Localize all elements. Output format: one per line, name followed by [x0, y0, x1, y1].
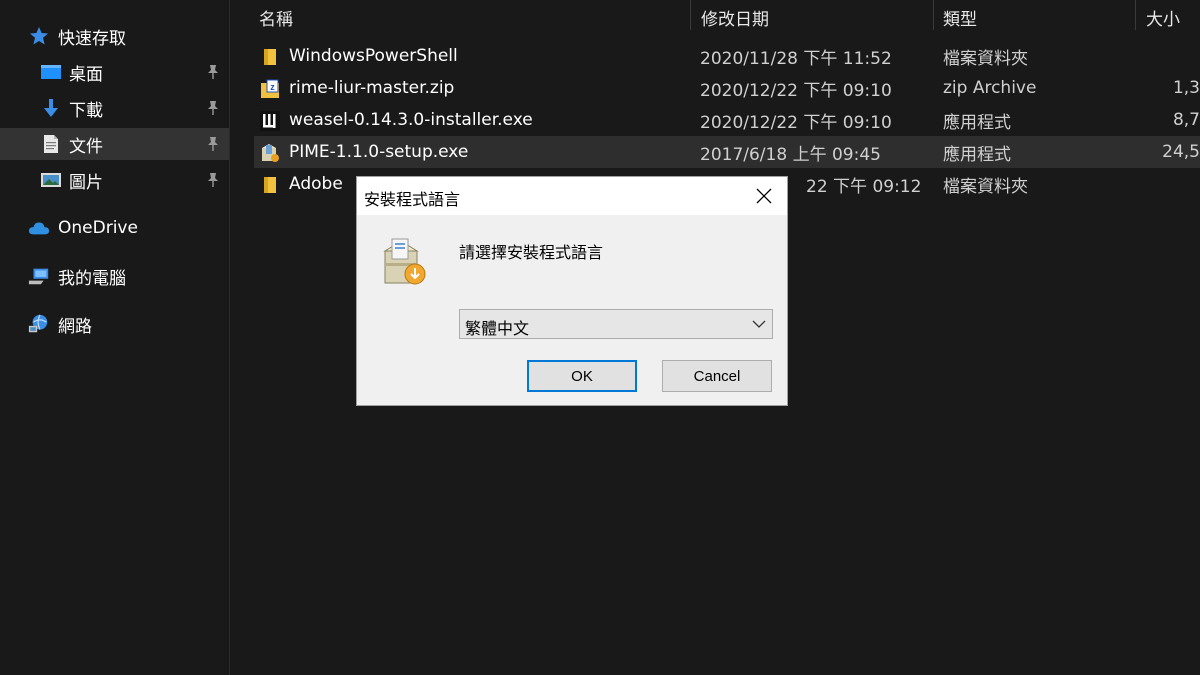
file-name: Adobe — [289, 174, 343, 194]
column-divider[interactable] — [690, 0, 691, 30]
table-row[interactable]: weasel-0.14.3.0-installer.exe 2020/12/22… — [254, 104, 1200, 136]
pin-icon[interactable] — [206, 99, 220, 117]
nav-this-pc[interactable]: 我的電腦 — [0, 260, 229, 292]
nav-item-documents[interactable]: 文件 — [0, 128, 229, 160]
download-icon — [40, 97, 62, 119]
column-header-date[interactable]: 修改日期 — [701, 0, 769, 34]
weasel-app-icon — [260, 111, 280, 131]
network-icon — [28, 313, 50, 335]
nav-item-pictures[interactable]: 圖片 — [0, 164, 229, 196]
file-type: 應用程式 — [943, 144, 1011, 165]
svg-text:z: z — [270, 82, 275, 92]
nav-item-desktop[interactable]: 桌面 — [0, 56, 229, 88]
installer-icon — [262, 144, 279, 162]
column-header-name[interactable]: 名稱 — [259, 0, 293, 34]
file-name: rime-liur-master.zip — [289, 78, 455, 98]
nav-network[interactable]: 網路 — [0, 308, 229, 340]
file-type: zip Archive — [943, 78, 1037, 98]
nav-item-label: 圖片 — [69, 172, 103, 193]
installer-language-dialog: 安裝程式語言 請選擇安裝程式語言 繁體中文 OK Cancel — [356, 176, 788, 406]
documents-icon — [40, 133, 62, 155]
chevron-down-icon — [752, 320, 766, 328]
file-type: 應用程式 — [943, 112, 1011, 133]
file-type: 檔案資料夾 — [943, 48, 1028, 69]
file-size — [1171, 40, 1200, 72]
file-date: 2020/12/22 下午 09:10 — [700, 80, 892, 101]
ok-button[interactable]: OK — [527, 360, 637, 392]
nav-onedrive-label: OneDrive — [58, 218, 138, 238]
column-header-type-label: 類型 — [943, 9, 977, 30]
nav-item-label: 文件 — [69, 136, 103, 157]
file-size: 8,7 — [1172, 110, 1200, 130]
nav-network-label: 網路 — [58, 316, 92, 337]
table-row[interactable]: WindowsPowerShell 2020/11/28 下午 11:52 檔案… — [254, 40, 1200, 72]
zip-archive-icon: z — [261, 79, 279, 98]
pin-icon[interactable] — [206, 63, 220, 81]
folder-icon — [264, 49, 276, 65]
navigation-pane: 快速存取 桌面 下載 文件 圖片 OneDrive 我的電腦 網路 — [0, 0, 229, 675]
column-divider[interactable] — [1135, 0, 1136, 30]
cancel-button-label: Cancel — [693, 367, 741, 385]
computer-icon — [28, 265, 50, 287]
file-name: PIME-1.1.0-setup.exe — [289, 142, 469, 162]
nav-quick-access[interactable]: 快速存取 — [0, 20, 229, 52]
dialog-title: 安裝程式語言 — [364, 190, 461, 209]
desktop-icon — [40, 61, 62, 83]
file-name: WindowsPowerShell — [289, 46, 458, 66]
table-row[interactable]: PIME-1.1.0-setup.exe 2017/6/18 上午 09:45 … — [254, 136, 1200, 168]
dialog-prompt: 請選擇安裝程式語言 — [459, 243, 604, 262]
nav-item-downloads[interactable]: 下載 — [0, 92, 229, 124]
column-divider[interactable] — [933, 0, 934, 30]
column-header-date-label: 修改日期 — [701, 9, 769, 30]
file-date: 2017/6/18 上午 09:45 — [700, 144, 881, 165]
column-header-size[interactable]: 大小 — [1146, 0, 1180, 34]
pin-icon[interactable] — [206, 135, 220, 153]
file-date: 2020/12/22 下午 09:10 — [700, 112, 892, 133]
star-icon — [28, 25, 50, 47]
pane-divider[interactable] — [229, 0, 230, 675]
dialog-titlebar[interactable]: 安裝程式語言 — [357, 177, 787, 215]
nav-this-pc-label: 我的電腦 — [58, 268, 126, 289]
file-date: 22 下午 09:12 — [806, 176, 922, 197]
ok-button-label: OK — [571, 367, 593, 385]
file-size: 24,5 — [1162, 142, 1200, 162]
nav-item-label: 下載 — [69, 100, 103, 121]
folder-icon — [264, 177, 276, 193]
close-icon — [756, 188, 772, 204]
file-size: 1,3 — [1172, 78, 1200, 98]
table-row[interactable]: z rime-liur-master.zip 2020/12/22 下午 09:… — [254, 72, 1200, 104]
column-header-name-label: 名稱 — [259, 9, 293, 30]
cloud-icon — [28, 217, 50, 239]
close-button[interactable] — [741, 177, 787, 215]
nav-item-label: 桌面 — [69, 64, 103, 85]
pin-icon[interactable] — [206, 171, 220, 189]
file-name: weasel-0.14.3.0-installer.exe — [289, 110, 533, 130]
cancel-button[interactable]: Cancel — [662, 360, 772, 392]
nav-onedrive[interactable]: OneDrive — [0, 212, 229, 244]
file-date: 2020/11/28 下午 11:52 — [700, 48, 892, 69]
file-size — [1171, 168, 1200, 200]
nav-quick-access-label: 快速存取 — [58, 28, 126, 49]
column-header-size-label: 大小 — [1146, 9, 1180, 30]
column-header-type[interactable]: 類型 — [943, 0, 977, 34]
installer-icon — [383, 238, 426, 285]
pictures-icon — [40, 169, 62, 191]
language-select-value: 繁體中文 — [465, 319, 530, 338]
language-select[interactable]: 繁體中文 — [459, 309, 773, 339]
file-type: 檔案資料夾 — [943, 176, 1028, 197]
